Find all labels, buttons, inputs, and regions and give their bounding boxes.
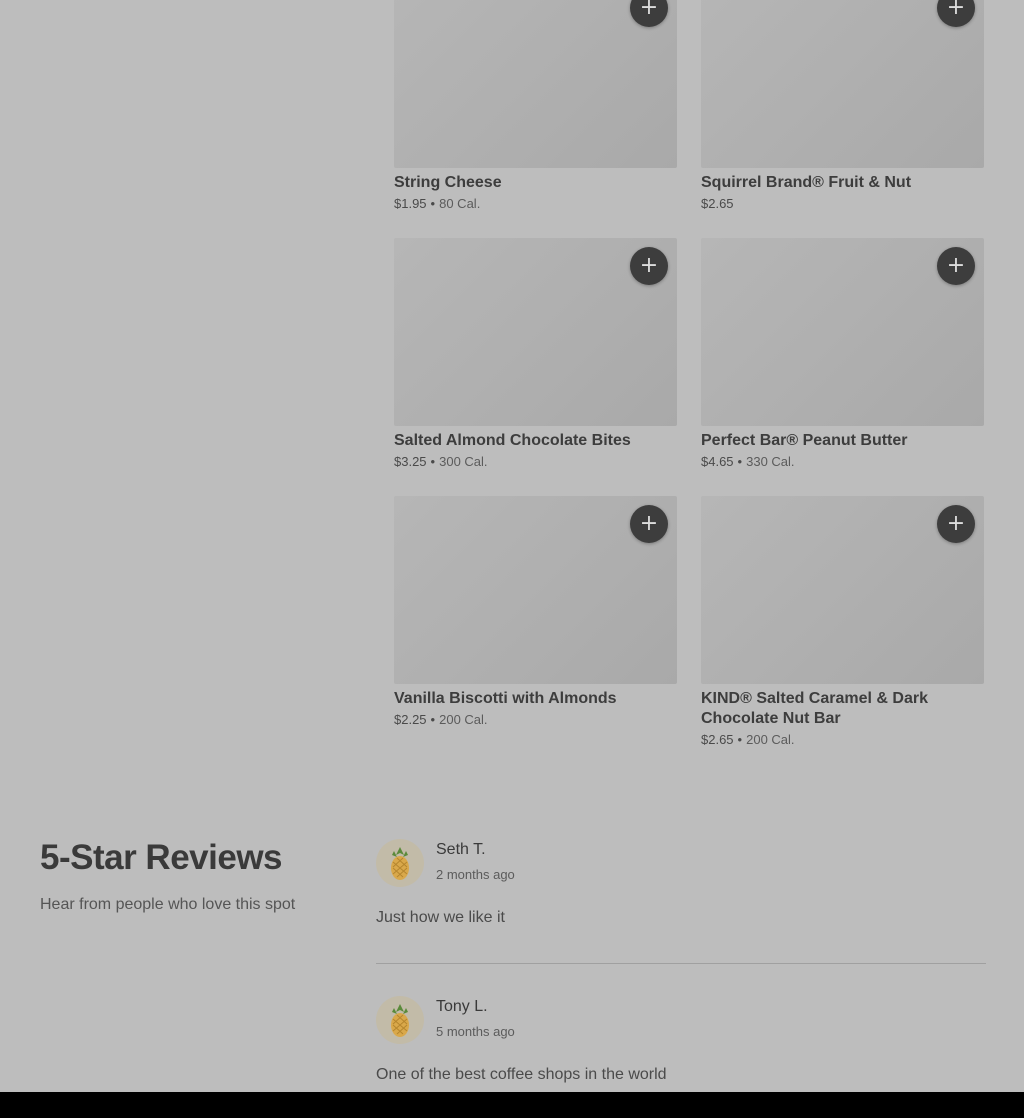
add-item-button[interactable]: + [937, 247, 975, 285]
menu-item-calories: 330 Cal. [746, 454, 795, 469]
plus-icon: + [639, 0, 659, 20]
meta-separator: • [737, 454, 743, 469]
menu-item-calories: 200 Cal. [746, 732, 795, 747]
review-time: 5 months ago [436, 1024, 515, 1039]
menu-item-calories: 300 Cal. [439, 454, 488, 469]
meta-separator: • [430, 196, 436, 211]
menu-item-image[interactable] [394, 0, 677, 168]
menu-item-meta: $2.25 • 200 Cal. [394, 712, 677, 727]
menu-item-name[interactable]: Squirrel Brand® Fruit & Nut [701, 173, 984, 193]
menu-item-price: $1.95 [394, 196, 427, 211]
bottom-bar [0, 1092, 1024, 1118]
reviewer-avatar [376, 839, 424, 887]
menu-item-meta: $2.65 • 200 Cal. [701, 732, 984, 747]
reviewer-avatar [376, 996, 424, 1044]
pineapple-icon [391, 847, 409, 880]
review-text: One of the best coffee shops in the worl… [376, 1066, 667, 1083]
meta-separator: • [430, 454, 436, 469]
menu-item-name[interactable]: String Cheese [394, 173, 677, 193]
review-time: 2 months ago [436, 867, 515, 882]
menu-item-price: $3.25 [394, 454, 427, 469]
meta-separator: • [737, 732, 743, 747]
menu-item-calories: 200 Cal. [439, 712, 488, 727]
menu-item-price: $2.25 [394, 712, 427, 727]
add-item-button[interactable]: + [937, 505, 975, 543]
plus-icon: + [639, 511, 659, 536]
menu-item-price: $2.65 [701, 196, 734, 211]
menu-item-card[interactable]: + Salted Almond Chocolate Bites $3.25 • 30… [394, 238, 677, 496]
menu-item-meta: $2.65 [701, 196, 984, 211]
review-divider [376, 963, 986, 964]
plus-icon: + [946, 511, 966, 536]
menu-item-image[interactable] [701, 0, 984, 168]
menu-grid: + String Cheese $1.95 • 80 Cal. + Squirrel… [394, 0, 984, 754]
menu-item-card[interactable]: + Vanilla Biscotti with Almonds $2.25 • 20… [394, 496, 677, 754]
add-item-button[interactable]: + [630, 505, 668, 543]
reviews-heading: 5-Star Reviews [40, 838, 283, 877]
menu-item-card[interactable]: + KIND® Salted Caramel & Dark Chocolate … [701, 496, 984, 754]
menu-item-price: $4.65 [701, 454, 734, 469]
menu-item-name[interactable]: KIND® Salted Caramel & Dark Chocolate Nu… [701, 689, 984, 729]
menu-item-card[interactable]: + String Cheese $1.95 • 80 Cal. [394, 0, 677, 238]
add-item-button[interactable]: + [630, 247, 668, 285]
meta-separator: • [430, 712, 436, 727]
menu-item-meta: $4.65 • 330 Cal. [701, 454, 984, 469]
menu-item-calories: 80 Cal. [439, 196, 481, 211]
plus-icon: + [639, 253, 659, 278]
menu-item-name[interactable]: Salted Almond Chocolate Bites [394, 431, 677, 451]
review-text: Just how we like it [376, 909, 505, 926]
plus-icon: + [946, 253, 966, 278]
menu-item-meta: $3.25 • 300 Cal. [394, 454, 677, 469]
pineapple-icon [391, 1004, 409, 1037]
menu-item-meta: $1.95 • 80 Cal. [394, 196, 677, 211]
menu-item-card[interactable]: + Perfect Bar® Peanut Butter $4.65 • 330 C… [701, 238, 984, 496]
menu-item-name[interactable]: Perfect Bar® Peanut Butter [701, 431, 984, 451]
reviews-subheading: Hear from people who love this spot [40, 896, 296, 913]
reviewer-name: Tony L. [436, 998, 488, 1015]
reviewer-name: Seth T. [436, 841, 486, 858]
menu-item-card[interactable]: + Squirrel Brand® Fruit & Nut $2.65 [701, 0, 984, 238]
menu-item-price: $2.65 [701, 732, 734, 747]
plus-icon: + [946, 0, 966, 20]
menu-item-name[interactable]: Vanilla Biscotti with Almonds [394, 689, 677, 709]
